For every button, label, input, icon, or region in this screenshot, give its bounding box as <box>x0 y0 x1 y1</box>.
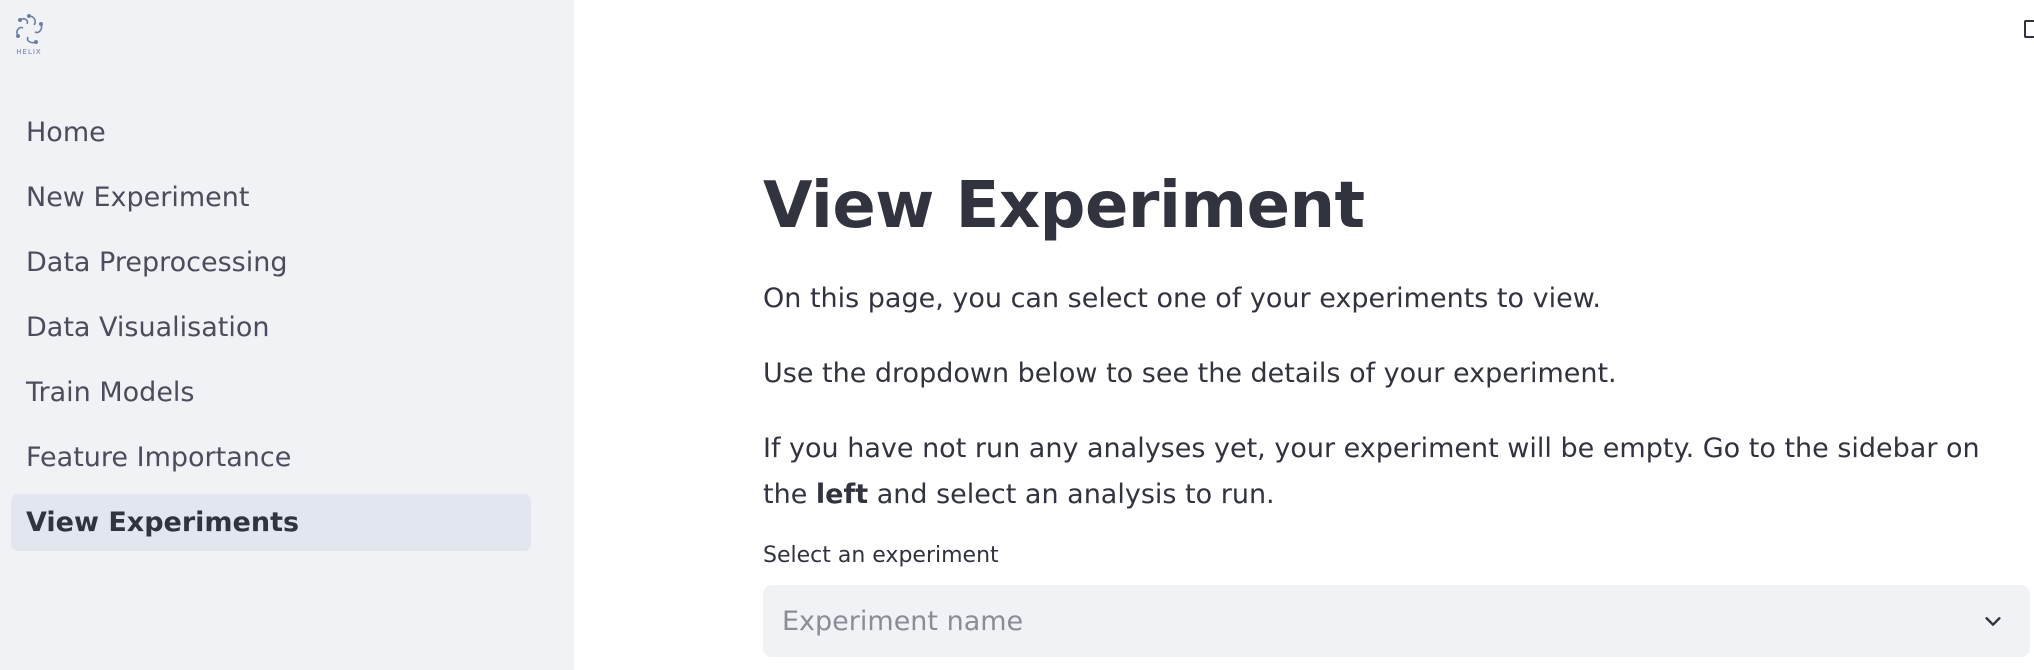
sidebar-nav: Home New Experiment Data Preprocessing D… <box>11 104 531 559</box>
page-title: View Experiment <box>763 169 1365 243</box>
sidebar: HELIX Home New Experiment Data Preproces… <box>0 0 574 670</box>
chevron-down-icon[interactable] <box>1982 610 2004 632</box>
sidebar-item-new-experiment[interactable]: New Experiment <box>11 169 531 226</box>
helix-logo-icon[interactable]: HELIX <box>10 12 48 58</box>
empty-experiment-paragraph: If you have not run any analyses yet, yo… <box>763 426 2023 518</box>
select-experiment-label: Select an experiment <box>763 543 999 568</box>
sidebar-item-feature-importance[interactable]: Feature Importance <box>11 429 531 486</box>
sidebar-item-view-experiments[interactable]: View Experiments <box>11 494 531 551</box>
select-placeholder: Experiment name <box>782 605 1024 637</box>
sidebar-item-train-models[interactable]: Train Models <box>11 364 531 421</box>
content-block: View Experiment On this page, you can se… <box>763 166 2030 657</box>
sidebar-item-data-visualisation[interactable]: Data Visualisation <box>11 299 531 356</box>
intro-paragraph: On this page, you can select one of your… <box>763 283 1601 314</box>
paragraph-bold-left: left <box>815 479 869 510</box>
main-content: View Experiment On this page, you can se… <box>574 0 2034 670</box>
helix-logo-graphic <box>16 14 43 44</box>
dropdown-hint-paragraph: Use the dropdown below to see the detail… <box>763 358 1617 389</box>
logo-text: HELIX <box>16 48 42 56</box>
deploy-icon[interactable] <box>2024 20 2034 38</box>
app-root: HELIX Home New Experiment Data Preproces… <box>0 0 2034 670</box>
sidebar-item-home[interactable]: Home <box>11 104 531 161</box>
sidebar-item-data-preprocessing[interactable]: Data Preprocessing <box>11 234 531 291</box>
paragraph-text-after: and select an analysis to run. <box>868 479 1275 510</box>
experiment-select[interactable]: Experiment name <box>763 585 2030 657</box>
